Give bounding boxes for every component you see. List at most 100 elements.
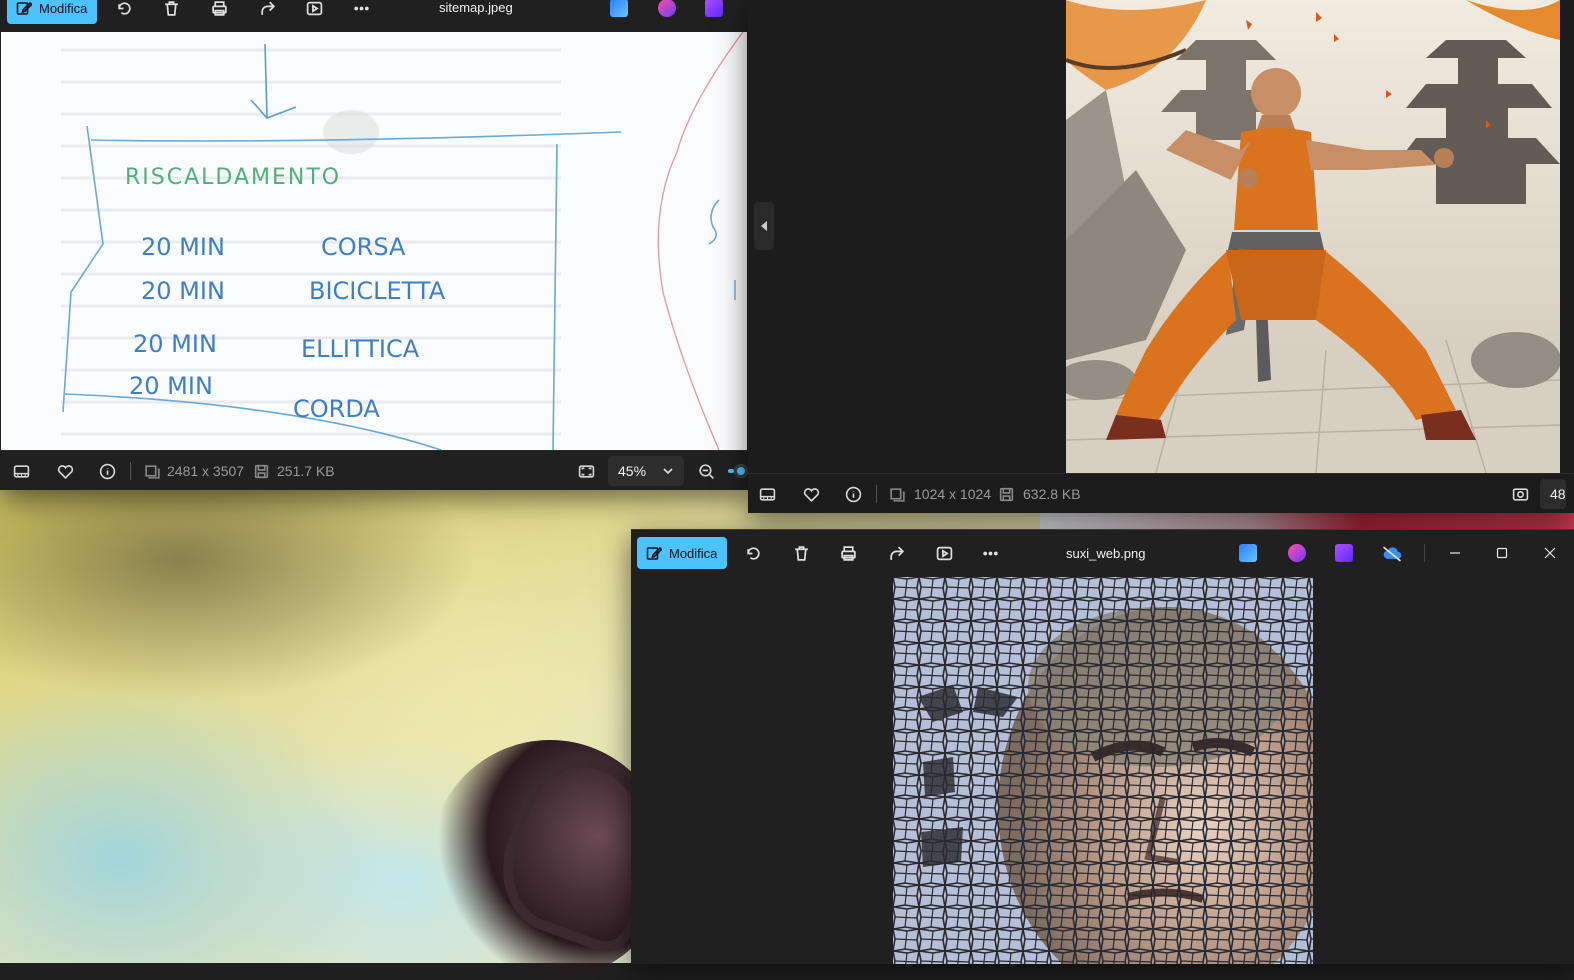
file-size: 632.8 KB [1023, 486, 1081, 502]
image-dimensions: 2481 x 3507 [167, 463, 245, 479]
slideshow-button[interactable] [930, 539, 958, 567]
fit-to-window-button[interactable] [577, 462, 595, 480]
actual-size-button[interactable] [1511, 485, 1529, 503]
sitemap-sketch-image: RISCALDAMENTO 20 MIN CORSA 20 MIN BICICL… [61, 32, 744, 450]
more-icon [353, 6, 369, 10]
more-options-button[interactable] [976, 539, 1004, 567]
edit-button[interactable]: Modifica [7, 0, 98, 24]
previous-image-button[interactable] [754, 202, 774, 250]
favorite-button[interactable] [56, 462, 74, 480]
heart-icon [57, 464, 73, 479]
sketch-row1-time: 20 MIN [141, 233, 225, 261]
minimize-button[interactable] [1432, 537, 1478, 569]
sketch-row4-activity: CORDA [293, 395, 380, 423]
cloud-off-icon [1382, 545, 1402, 562]
file-size-icon [252, 462, 270, 480]
zoom-out-icon [698, 463, 714, 479]
status-separator [876, 485, 877, 503]
sketch-heading: RISCALDAMENTO [125, 165, 341, 190]
clipchamp-app-icon[interactable] [658, 0, 676, 17]
photos-window-sitemap: Modifica sitemap.jpeg RISCALDAMENTO 20 M… [0, 0, 748, 490]
onedrive-sync-button[interactable] [1378, 539, 1406, 567]
rotate-icon [746, 546, 760, 560]
close-icon [1544, 547, 1556, 559]
edit-button-label: Modifica [39, 0, 88, 16]
maximize-button[interactable] [1479, 537, 1525, 569]
mosaic-portrait-image [893, 577, 1313, 964]
share-icon [260, 1, 275, 15]
info-icon [845, 486, 861, 502]
more-options-button[interactable] [347, 0, 375, 22]
sketch-row4-time: 20 MIN [129, 372, 213, 400]
share-button[interactable] [253, 0, 281, 22]
slideshow-icon [306, 1, 322, 15]
fit-window-icon [578, 464, 594, 478]
titlebar: Modifica suxi_web.png [631, 530, 1574, 576]
filmstrip-icon [13, 464, 29, 478]
dimensions-icon [888, 485, 906, 503]
zoom-level: 48 [1550, 486, 1566, 502]
photos-window-monk: 1024 x 1024 632.8 KB 48 [748, 0, 1574, 513]
image-dimensions: 1024 x 1024 [914, 486, 992, 502]
printer-icon [211, 0, 227, 16]
favorite-button[interactable] [802, 485, 820, 503]
chevron-left-icon [761, 221, 767, 231]
printer-icon [840, 545, 856, 561]
photos-window-suxi: Modifica suxi_web.png [631, 529, 1574, 964]
slideshow-button[interactable] [300, 0, 328, 22]
maximize-icon [1496, 547, 1508, 559]
edit-button-label: Modifica [669, 545, 718, 561]
image-canvas-monk [1066, 0, 1560, 473]
chevron-down-icon [663, 468, 673, 475]
print-button[interactable] [834, 539, 862, 567]
status-bar: 1024 x 1024 632.8 KB 48 [748, 473, 1574, 513]
filmstrip-button[interactable] [758, 485, 776, 503]
designer-app-icon[interactable] [610, 0, 628, 17]
edit-button[interactable]: Modifica [637, 537, 728, 569]
info-button[interactable] [98, 462, 116, 480]
zoom-slider[interactable] [728, 463, 748, 479]
filmstrip-button[interactable] [12, 462, 30, 480]
zoom-dropdown[interactable]: 45% [608, 456, 685, 486]
rotate-button[interactable] [739, 539, 767, 567]
sketch-row1-activity: CORSA [321, 233, 406, 261]
sketch-row2-time: 20 MIN [141, 277, 225, 305]
edit-icon [16, 1, 32, 15]
file-name: sitemap.jpeg [439, 0, 513, 15]
rotate-button[interactable] [110, 0, 138, 22]
zoom-out-button[interactable] [697, 462, 715, 480]
share-button[interactable] [882, 539, 910, 567]
status-separator [130, 462, 131, 480]
zoom-slider-thumb[interactable] [734, 464, 748, 478]
titlebar: Modifica sitemap.jpeg [0, 0, 748, 31]
file-size-icon [997, 485, 1015, 503]
info-button[interactable] [844, 485, 862, 503]
print-button[interactable] [205, 0, 233, 22]
titlebar-separator [1424, 544, 1425, 562]
filmstrip-icon [759, 487, 775, 501]
sketch-row2-activity: BICICLETTA [309, 277, 446, 305]
delete-button[interactable] [157, 0, 185, 22]
clipchamp-app-icon[interactable] [1288, 544, 1306, 562]
dimensions-icon [143, 462, 161, 480]
share-icon [889, 546, 904, 560]
designer-app-icon[interactable] [1239, 544, 1257, 562]
status-bar: 2481 x 3507 251.7 KB 45% [0, 450, 748, 490]
edit-icon [646, 546, 662, 560]
zoom-dropdown[interactable]: 48 [1540, 479, 1566, 509]
close-button[interactable] [1527, 537, 1573, 569]
delete-button[interactable] [787, 539, 815, 567]
image-canvas-suxi [893, 577, 1313, 964]
file-size: 251.7 KB [277, 463, 335, 479]
sketch-row3-time: 20 MIN [133, 330, 217, 358]
image-canvas-sitemap: RISCALDAMENTO 20 MIN CORSA 20 MIN BICICL… [1, 32, 747, 450]
more-icon [982, 551, 998, 555]
monk-illustration [1066, 0, 1560, 473]
video-editor-app-icon[interactable] [1335, 544, 1353, 562]
actual-size-icon [1512, 487, 1528, 501]
info-icon [99, 463, 115, 479]
heart-icon [803, 487, 819, 502]
video-editor-app-icon[interactable] [705, 0, 723, 17]
zoom-level: 45% [618, 463, 647, 479]
trash-icon [164, 0, 178, 16]
